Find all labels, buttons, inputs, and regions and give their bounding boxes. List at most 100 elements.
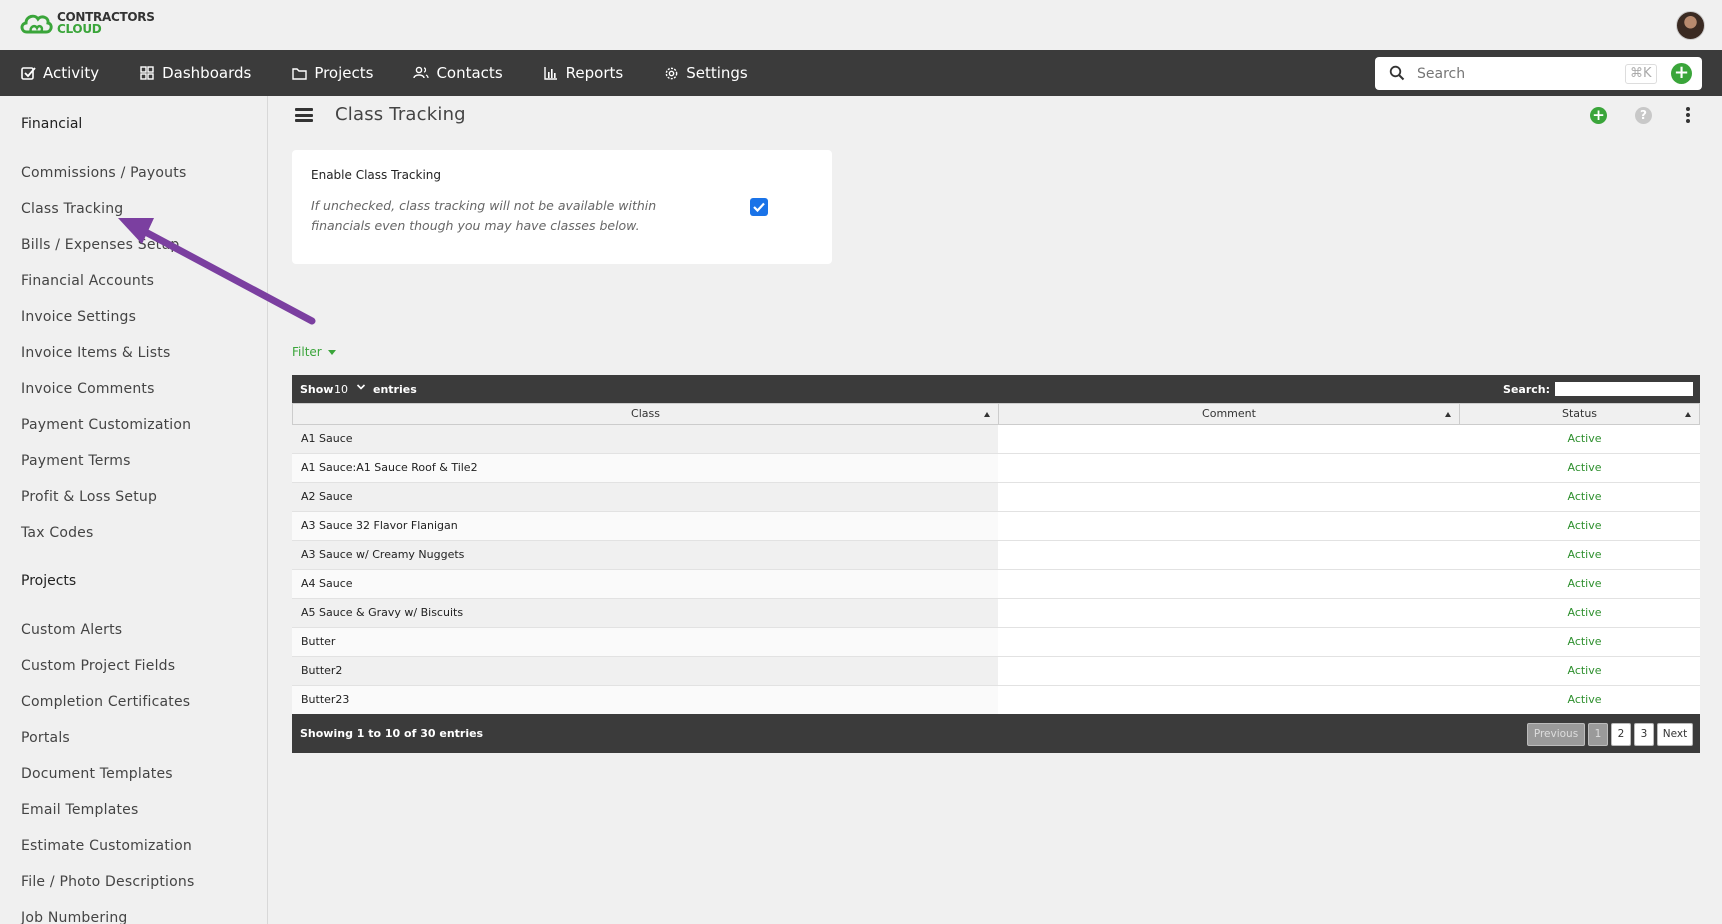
pagination-page-2[interactable]: 2 bbox=[1611, 723, 1631, 746]
sidebar-item-custom-project-fields[interactable]: Custom Project Fields bbox=[21, 658, 175, 674]
sidebar-heading-projects: Projects bbox=[21, 573, 77, 589]
more-options-icon[interactable] bbox=[1685, 107, 1691, 125]
top-bar: CONTRACTORS CLOUD bbox=[0, 0, 1722, 50]
sidebar-item-portals[interactable]: Portals bbox=[21, 730, 70, 746]
sidebar-item-bills-expenses-setup[interactable]: Bills / Expenses Setup bbox=[21, 237, 180, 253]
sidebar-item-invoice-settings[interactable]: Invoice Settings bbox=[21, 309, 136, 325]
page-size-select[interactable]: 10 bbox=[334, 383, 348, 396]
table-row[interactable]: A3 Sauce w/ Creamy Nuggets Active bbox=[292, 541, 1700, 570]
table-row[interactable]: A1 Sauce:A1 Sauce Roof & Tile2 Active bbox=[292, 454, 1700, 483]
cell-status: Active bbox=[1459, 512, 1700, 540]
nav-dashboards-label: Dashboards bbox=[162, 64, 252, 82]
cell-status: Active bbox=[1459, 425, 1700, 453]
column-header-status[interactable]: Status bbox=[1460, 404, 1699, 424]
sort-asc-icon bbox=[1445, 412, 1451, 417]
nav-settings[interactable]: Settings bbox=[643, 50, 768, 96]
cell-comment bbox=[998, 599, 1459, 627]
cell-comment bbox=[998, 425, 1459, 453]
table-row[interactable]: Butter Active bbox=[292, 628, 1700, 657]
table-row[interactable]: Butter23 Active bbox=[292, 686, 1700, 715]
nav-settings-label: Settings bbox=[686, 64, 748, 82]
enable-class-tracking-help: If unchecked, class tracking will not be… bbox=[311, 198, 657, 233]
table-row[interactable]: A3 Sauce 32 Flavor Flanigan Active bbox=[292, 512, 1700, 541]
enable-class-tracking-checkbox[interactable] bbox=[750, 198, 768, 216]
sidebar-item-completion-certificates[interactable]: Completion Certificates bbox=[21, 694, 190, 710]
table-search-input[interactable] bbox=[1555, 382, 1693, 396]
quick-add-button[interactable]: + bbox=[1671, 63, 1692, 84]
column-header-comment[interactable]: Comment bbox=[999, 404, 1460, 424]
cell-comment bbox=[998, 628, 1459, 656]
nav-reports[interactable]: Reports bbox=[523, 50, 644, 96]
cell-comment bbox=[998, 512, 1459, 540]
sidebar-item-payment-customization[interactable]: Payment Customization bbox=[21, 417, 191, 433]
table-row[interactable]: Butter2 Active bbox=[292, 657, 1700, 686]
column-header-comment-label: Comment bbox=[1202, 407, 1256, 420]
column-header-class[interactable]: Class bbox=[293, 404, 999, 424]
nav-reports-label: Reports bbox=[565, 64, 624, 82]
sidebar-item-file-photo-descriptions[interactable]: File / Photo Descriptions bbox=[21, 874, 194, 890]
cell-comment bbox=[998, 454, 1459, 482]
sidebar-item-invoice-comments[interactable]: Invoice Comments bbox=[21, 381, 155, 397]
sidebar-item-tax-codes[interactable]: Tax Codes bbox=[21, 525, 93, 541]
table-footer: Showing 1 to 10 of 30 entries Previous 1… bbox=[292, 714, 1700, 753]
sidebar-item-class-tracking[interactable]: Class Tracking bbox=[21, 201, 123, 217]
nav-projects[interactable]: Projects bbox=[271, 50, 393, 96]
table-header: Class Comment Status bbox=[292, 403, 1700, 425]
chevron-down-icon[interactable] bbox=[356, 382, 366, 395]
pagination-page-1[interactable]: 1 bbox=[1588, 723, 1608, 746]
cell-status: Active bbox=[1459, 483, 1700, 511]
contractors-cloud-logo[interactable]: CONTRACTORS CLOUD bbox=[19, 11, 155, 35]
filter-label: Filter bbox=[292, 345, 322, 359]
cell-status: Active bbox=[1459, 657, 1700, 685]
table-row[interactable]: A4 Sauce Active bbox=[292, 570, 1700, 599]
sidebar-item-estimate-customization[interactable]: Estimate Customization bbox=[21, 838, 192, 854]
bar-chart-icon bbox=[543, 65, 559, 81]
table-search-label: Search: bbox=[1503, 383, 1550, 396]
cell-status: Active bbox=[1459, 541, 1700, 569]
nav-dashboards[interactable]: Dashboards bbox=[119, 50, 271, 96]
table-row[interactable]: A5 Sauce & Gravy w/ Biscuits Active bbox=[292, 599, 1700, 628]
cell-status: Active bbox=[1459, 570, 1700, 598]
sidebar-item-payment-terms[interactable]: Payment Terms bbox=[21, 453, 131, 469]
cell-class: A2 Sauce bbox=[292, 483, 998, 511]
user-avatar[interactable] bbox=[1676, 11, 1705, 40]
sidebar-item-invoice-items-lists[interactable]: Invoice Items & Lists bbox=[21, 345, 170, 361]
cell-comment bbox=[998, 657, 1459, 685]
add-class-button[interactable]: + bbox=[1590, 107, 1607, 124]
pagination-next[interactable]: Next bbox=[1657, 723, 1693, 746]
filter-dropdown[interactable]: Filter bbox=[292, 345, 336, 359]
table-row[interactable]: A1 Sauce Active bbox=[292, 425, 1700, 454]
sidebar-item-commissions-payouts[interactable]: Commissions / Payouts bbox=[21, 165, 186, 181]
people-icon bbox=[413, 65, 430, 81]
nav-contacts-label: Contacts bbox=[436, 64, 503, 82]
grid-icon bbox=[139, 65, 155, 81]
gear-icon bbox=[663, 65, 679, 81]
help-icon[interactable]: ? bbox=[1635, 107, 1652, 124]
cell-class: A1 Sauce:A1 Sauce Roof & Tile2 bbox=[292, 454, 998, 482]
cell-class: A5 Sauce & Gravy w/ Biscuits bbox=[292, 599, 998, 627]
sidebar-item-custom-alerts[interactable]: Custom Alerts bbox=[21, 622, 122, 638]
cell-class: A3 Sauce w/ Creamy Nuggets bbox=[292, 541, 998, 569]
column-header-status-label: Status bbox=[1561, 407, 1598, 420]
cell-comment bbox=[998, 483, 1459, 511]
entries-label: entries bbox=[373, 383, 417, 396]
sidebar-item-profit-loss-setup[interactable]: Profit & Loss Setup bbox=[21, 489, 157, 505]
cell-class: A3 Sauce 32 Flavor Flanigan bbox=[292, 512, 998, 540]
table-controls: Show 10 entries Search: bbox=[292, 375, 1700, 403]
hamburger-menu-icon[interactable] bbox=[295, 108, 313, 122]
table-row[interactable]: A2 Sauce Active bbox=[292, 483, 1700, 512]
nav-activity[interactable]: Activity bbox=[0, 50, 119, 96]
pagination-previous[interactable]: Previous bbox=[1527, 723, 1585, 746]
search-shortcut-hint: ⌘K bbox=[1625, 64, 1657, 84]
global-search-input[interactable] bbox=[1417, 63, 1617, 85]
sidebar-item-document-templates[interactable]: Document Templates bbox=[21, 766, 173, 782]
sidebar-item-job-numbering[interactable]: Job Numbering bbox=[21, 910, 128, 924]
class-tracking-setting-card: Enable Class Tracking If unchecked, clas… bbox=[292, 150, 832, 264]
pagination-page-3[interactable]: 3 bbox=[1634, 723, 1654, 746]
sidebar-item-email-templates[interactable]: Email Templates bbox=[21, 802, 138, 818]
column-header-class-label: Class bbox=[631, 407, 660, 420]
folder-icon bbox=[291, 65, 307, 81]
nav-contacts[interactable]: Contacts bbox=[393, 50, 522, 96]
sidebar-item-financial-accounts[interactable]: Financial Accounts bbox=[21, 273, 154, 289]
cell-class: Butter2 bbox=[292, 657, 998, 685]
